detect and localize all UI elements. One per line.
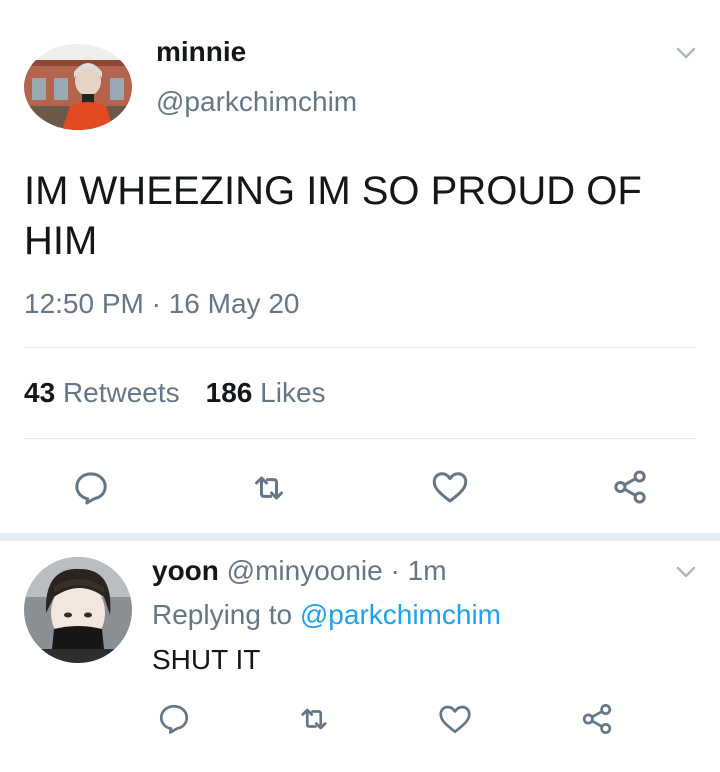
share-icon[interactable] <box>578 700 616 738</box>
tweet-timestamp: 12:50 PM · 16 May 20 <box>24 288 300 319</box>
reply-icon[interactable] <box>71 468 111 508</box>
retweets-count[interactable]: 43 <box>24 377 55 408</box>
replying-to-prefix: Replying to <box>152 599 293 630</box>
divider <box>24 438 696 439</box>
reply-tweet: yoon @minyoonie · 1m Replying to @parkch… <box>0 541 720 772</box>
tweet-text: IM WHEEZING IM SO PROUD OF HIM <box>24 169 642 263</box>
avatar[interactable] <box>24 44 132 130</box>
divider <box>24 347 696 348</box>
replying-to: Replying to @parkchimchim <box>152 599 501 631</box>
retweet-icon[interactable] <box>249 468 289 508</box>
author-handle[interactable]: @minyoonie <box>227 555 383 586</box>
like-icon[interactable] <box>436 700 474 738</box>
reply-time: · 1m <box>390 555 447 586</box>
share-icon[interactable] <box>609 466 651 508</box>
author-name[interactable]: minnie <box>156 36 246 68</box>
replying-to-link[interactable]: @parkchimchim <box>300 599 501 630</box>
avatar[interactable] <box>24 557 132 663</box>
tweet-stats: 43 Retweets 186 Likes <box>24 377 326 409</box>
likes-count[interactable]: 186 <box>206 377 253 408</box>
tweet-text: SHUT IT <box>152 644 261 675</box>
retweets-label[interactable]: Retweets <box>63 377 180 408</box>
tweet-separator <box>0 533 720 541</box>
main-tweet: minnie @parkchimchim IM WHEEZING IM SO P… <box>0 0 720 533</box>
reply-header: yoon @minyoonie · 1m <box>152 555 447 587</box>
reply-icon[interactable] <box>156 701 192 737</box>
author-handle[interactable]: @parkchimchim <box>156 86 357 118</box>
chevron-down-icon[interactable] <box>676 46 696 60</box>
likes-label[interactable]: Likes <box>260 377 325 408</box>
chevron-down-icon[interactable] <box>676 565 696 579</box>
like-icon[interactable] <box>429 466 471 508</box>
author-name[interactable]: yoon <box>152 555 219 586</box>
retweet-icon[interactable] <box>296 701 332 737</box>
